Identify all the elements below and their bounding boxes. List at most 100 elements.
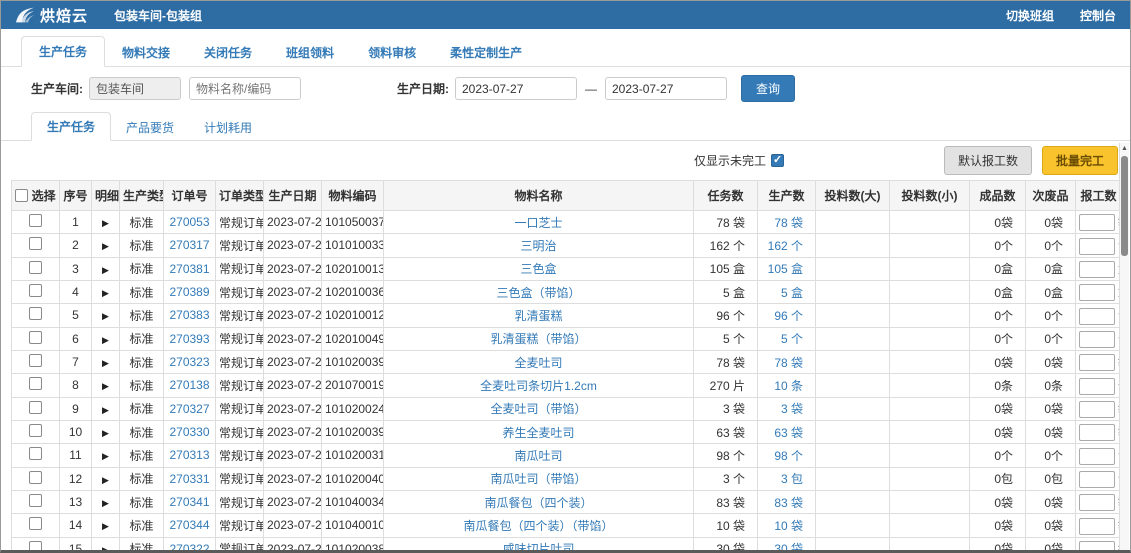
row-checkbox[interactable] <box>29 541 42 553</box>
report-qty-input[interactable] <box>1079 261 1115 278</box>
report-qty-input[interactable] <box>1079 284 1115 301</box>
order-no-link[interactable]: 270383 <box>169 308 209 322</box>
subtab-planned-consumption[interactable]: 计划耗用 <box>189 114 267 141</box>
material-name-link[interactable]: 乳清蛋糕（带馅） <box>490 332 586 346</box>
row-checkbox[interactable] <box>29 494 42 507</box>
expand-row-arrow-icon[interactable]: ▶ <box>102 288 109 298</box>
report-qty-input[interactable] <box>1079 401 1115 418</box>
material-name-link[interactable]: 三色盒 <box>520 262 556 276</box>
report-qty-input[interactable] <box>1079 494 1115 511</box>
order-no-link[interactable]: 270330 <box>169 425 209 439</box>
date-from-input[interactable] <box>455 77 577 100</box>
tab-material-handover[interactable]: 物料交接 <box>105 38 187 67</box>
switch-team-link[interactable]: 切换班组 <box>1006 7 1054 24</box>
subtab-product-demand[interactable]: 产品要货 <box>111 114 189 141</box>
console-link[interactable]: 控制台 <box>1080 7 1116 24</box>
scrollbar-up-arrow[interactable]: ▲ <box>1120 143 1129 155</box>
row-checkbox[interactable] <box>29 424 42 437</box>
row-production-qty: 63 袋 <box>758 420 816 443</box>
material-name-link[interactable]: 三明治 <box>520 239 556 253</box>
only-unfinished-checkbox[interactable] <box>771 154 784 167</box>
order-no-link[interactable]: 270389 <box>169 285 209 299</box>
row-checkbox[interactable] <box>29 471 42 484</box>
material-name-link[interactable]: 养生全麦吐司 <box>502 426 574 440</box>
select-all-checkbox[interactable] <box>15 189 28 202</box>
tab-requisition-review[interactable]: 领料审核 <box>351 38 433 67</box>
row-checkbox[interactable] <box>29 447 42 460</box>
expand-row-arrow-icon[interactable]: ▶ <box>102 475 109 485</box>
report-qty-input[interactable] <box>1079 308 1115 325</box>
order-no-link[interactable]: 270053 <box>169 215 209 229</box>
tab-production-tasks[interactable]: 生产任务 <box>21 36 105 67</box>
material-name-link[interactable]: 南瓜吐司 <box>514 449 562 463</box>
row-checkbox[interactable] <box>29 401 42 414</box>
row-checkbox[interactable] <box>29 331 42 344</box>
batch-finish-button[interactable]: 批量完工 <box>1042 146 1118 175</box>
scrollbar-thumb[interactable] <box>1121 156 1128 256</box>
expand-row-arrow-icon[interactable]: ▶ <box>102 381 109 391</box>
default-report-qty-button[interactable]: 默认报工数 <box>944 146 1032 175</box>
report-qty-input[interactable] <box>1079 471 1115 488</box>
expand-row-arrow-icon[interactable]: ▶ <box>102 521 109 531</box>
tab-flexible-production[interactable]: 柔性定制生产 <box>433 38 539 67</box>
material-name-link[interactable]: 全麦吐司（带馅） <box>490 402 586 416</box>
row-checkbox[interactable] <box>29 214 42 227</box>
order-no-link[interactable]: 270331 <box>169 472 209 486</box>
report-qty-input[interactable] <box>1079 214 1115 231</box>
order-no-link[interactable]: 270322 <box>169 542 209 553</box>
expand-row-arrow-icon[interactable]: ▶ <box>102 265 109 275</box>
expand-row-arrow-icon[interactable]: ▶ <box>102 498 109 508</box>
date-to-input[interactable] <box>605 77 727 100</box>
material-name-link[interactable]: 咸味切片吐司 <box>502 542 574 553</box>
report-qty-input[interactable] <box>1079 424 1115 441</box>
material-name-link[interactable]: 乳清蛋糕 <box>514 309 562 323</box>
order-no-link[interactable]: 270344 <box>169 518 209 532</box>
report-qty-input[interactable] <box>1079 331 1115 348</box>
row-checkbox[interactable] <box>29 237 42 250</box>
order-no-link[interactable]: 270381 <box>169 262 209 276</box>
material-name-link[interactable]: 南瓜餐包（四个装）（带馅） <box>463 519 613 533</box>
tab-team-requisition[interactable]: 班组领料 <box>269 38 351 67</box>
material-search-input[interactable] <box>189 77 301 100</box>
material-name-link[interactable]: 全麦吐司 <box>514 356 562 370</box>
expand-row-arrow-icon[interactable]: ▶ <box>102 545 109 553</box>
expand-row-arrow-icon[interactable]: ▶ <box>102 428 109 438</box>
report-qty-input[interactable] <box>1079 448 1115 465</box>
table-scrollbar[interactable]: ▲ <box>1119 143 1129 550</box>
material-name-link[interactable]: 南瓜吐司（带馅） <box>490 472 586 486</box>
table-controls: 仅显示未完工 默认报工数 批量完工 <box>1 141 1130 180</box>
expand-row-arrow-icon[interactable]: ▶ <box>102 335 109 345</box>
row-checkbox[interactable] <box>29 377 42 390</box>
expand-row-arrow-icon[interactable]: ▶ <box>102 451 109 461</box>
order-no-link[interactable]: 270323 <box>169 355 209 369</box>
order-no-link[interactable]: 270317 <box>169 238 209 252</box>
row-checkbox[interactable] <box>29 261 42 274</box>
row-checkbox[interactable] <box>29 307 42 320</box>
order-no-link[interactable]: 270393 <box>169 332 209 346</box>
material-name-link[interactable]: 全麦吐司条切片1.2cm <box>480 379 597 393</box>
row-checkbox[interactable] <box>29 354 42 367</box>
row-checkbox[interactable] <box>29 284 42 297</box>
search-button[interactable]: 查询 <box>741 75 795 102</box>
report-qty-input[interactable] <box>1079 238 1115 255</box>
report-qty-input[interactable] <box>1079 378 1115 395</box>
row-checkbox[interactable] <box>29 517 42 530</box>
material-name-link[interactable]: 南瓜餐包（四个装） <box>484 496 592 510</box>
material-name-link[interactable]: 三色盒（带馅） <box>496 286 580 300</box>
expand-row-arrow-icon[interactable]: ▶ <box>102 358 109 368</box>
order-no-link[interactable]: 270138 <box>169 378 209 392</box>
report-qty-input[interactable] <box>1079 541 1115 553</box>
order-no-link[interactable]: 270313 <box>169 448 209 462</box>
expand-row-arrow-icon[interactable]: ▶ <box>102 241 109 251</box>
material-name-link[interactable]: 一口芝士 <box>514 216 562 230</box>
order-no-link[interactable]: 270341 <box>169 495 209 509</box>
expand-row-arrow-icon[interactable]: ▶ <box>102 218 109 228</box>
report-qty-input[interactable] <box>1079 354 1115 371</box>
order-no-link[interactable]: 270327 <box>169 402 209 416</box>
subtab-production-tasks[interactable]: 生产任务 <box>31 112 111 141</box>
only-unfinished-toggle[interactable]: 仅显示未完工 <box>694 152 784 169</box>
report-qty-input[interactable] <box>1079 518 1115 535</box>
expand-row-arrow-icon[interactable]: ▶ <box>102 405 109 415</box>
tab-closed-tasks[interactable]: 关闭任务 <box>187 38 269 67</box>
expand-row-arrow-icon[interactable]: ▶ <box>102 311 109 321</box>
